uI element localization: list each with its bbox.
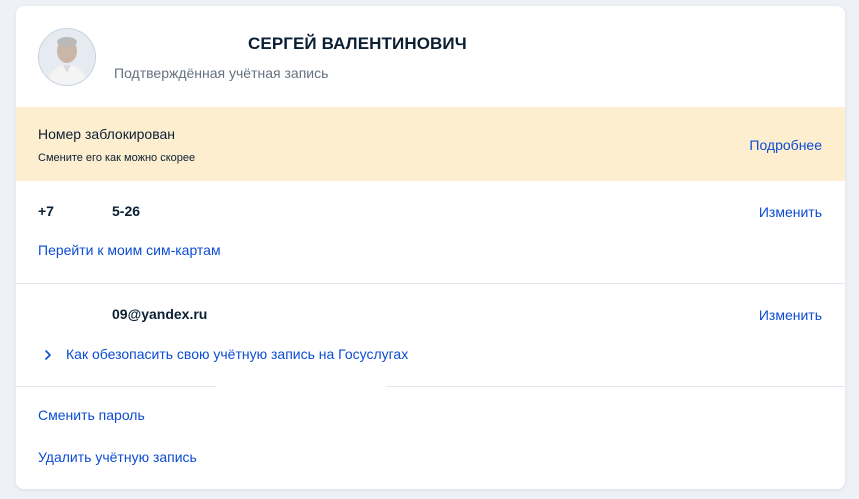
email-section: 09@yandex.ru Изменить Как обезопасить св… [16, 284, 845, 387]
delete-account-link[interactable]: Удалить учётную запись [38, 449, 197, 465]
chevron-right-icon [42, 348, 54, 360]
change-email-link[interactable]: Изменить [759, 307, 822, 323]
secure-account-label: Как обезопасить свою учётную запись на Г… [66, 346, 409, 362]
phone-prefix: +7 [38, 203, 54, 219]
account-status: Подтверждённая учётная запись [114, 65, 329, 81]
secure-account-link[interactable]: Как обезопасить свою учётную запись на Г… [42, 346, 408, 362]
alert-subtitle: Смените его как можно скорее [38, 152, 196, 164]
sim-cards-link[interactable]: Перейти к моим сим-картам [38, 242, 221, 258]
avatar [38, 28, 96, 86]
email-value: 09@yandex.ru [112, 306, 208, 322]
details-link[interactable]: Подробнее [749, 137, 822, 153]
account-card: СЕРГЕЙ ВАЛЕНТИНОВИЧ Подтверждённая учётн… [16, 6, 845, 489]
phone-section: +7 5-26 Изменить Перейти к моим сим-карт… [16, 181, 845, 284]
alert-title: Номер заблокирован [38, 126, 176, 142]
profile-header: СЕРГЕЙ ВАЛЕНТИНОВИЧ Подтверждённая учётн… [16, 6, 845, 107]
phone-suffix: 5-26 [112, 203, 141, 219]
blocked-number-alert: Номер заблокирован Смените его как можно… [16, 107, 845, 181]
user-name: СЕРГЕЙ ВАЛЕНТИНОВИЧ [248, 34, 467, 53]
change-password-link[interactable]: Сменить пароль [38, 407, 145, 423]
divider-gap [216, 382, 386, 388]
change-phone-link[interactable]: Изменить [759, 204, 822, 220]
